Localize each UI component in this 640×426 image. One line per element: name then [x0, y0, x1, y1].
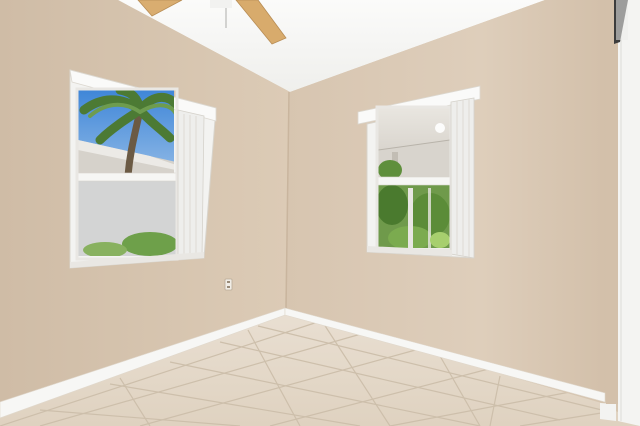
window-right: [357, 85, 481, 259]
wall-outlet-icon: [224, 278, 233, 291]
room-scene: [0, 0, 640, 426]
door-edge: [606, 0, 640, 426]
baseboard-door-end: [600, 403, 616, 421]
